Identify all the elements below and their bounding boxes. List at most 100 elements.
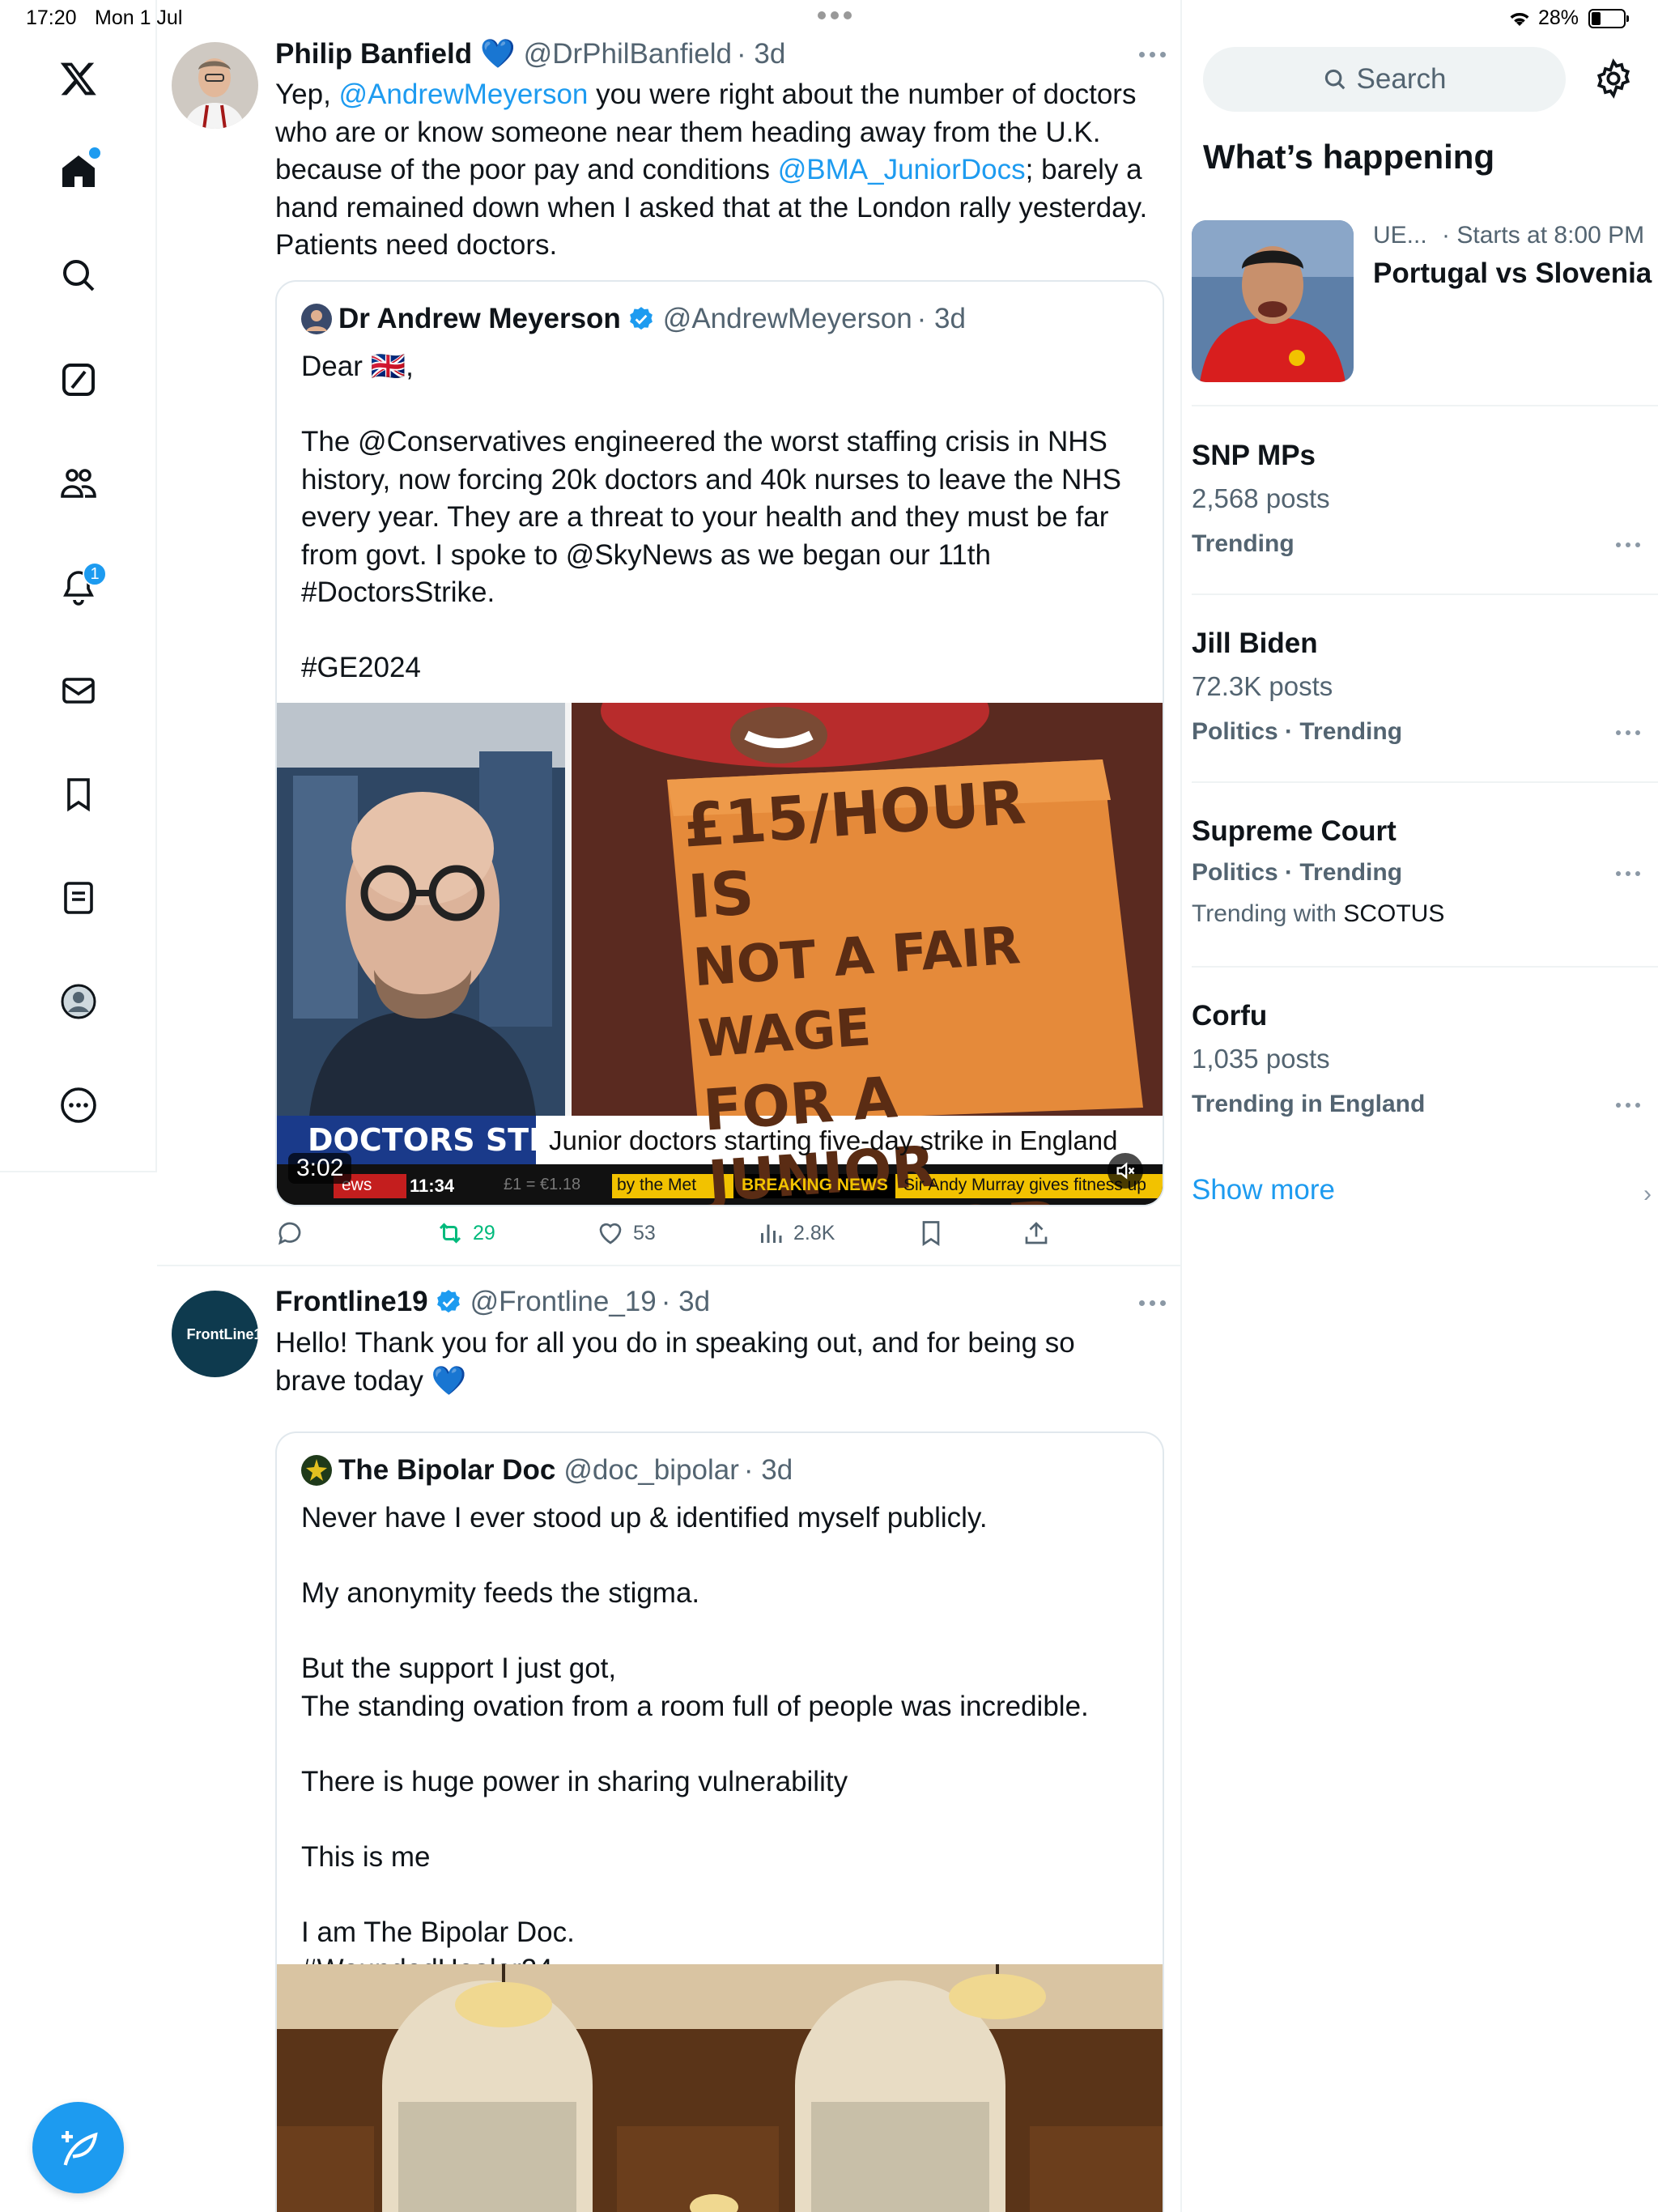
mute-button[interactable]: [1107, 1153, 1143, 1189]
like-button[interactable]: 53: [596, 1219, 656, 1248]
quote-header: Dr Andrew Meyerson @AndrewMeyerson · 3d: [301, 303, 966, 335]
speaker-muted-icon: [1116, 1162, 1135, 1180]
quote-time: · 3d: [916, 303, 966, 334]
trend-title[interactable]: Supreme Court: [1192, 815, 1397, 848]
trend-title[interactable]: Corfu: [1192, 1000, 1267, 1032]
tweet-more-button[interactable]: [1139, 52, 1166, 57]
trend-context: Politics · Trending: [1192, 859, 1403, 886]
trend-more-button[interactable]: [1616, 542, 1640, 547]
notification-count-badge: 1: [83, 562, 107, 586]
trend-context: Politics · Trending: [1192, 718, 1403, 745]
avatar[interactable]: [172, 42, 258, 129]
tweet-time[interactable]: · 3d: [661, 1286, 710, 1318]
video-ticker-breaking: BREAKING NEWS: [742, 1176, 888, 1194]
quoted-tweet[interactable]: Dr Andrew Meyerson @AndrewMeyerson · 3d …: [275, 280, 1164, 1206]
timeline-feed[interactable]: Philip Banfield 💙 @DrPhilBanfield · 3d Y…: [157, 0, 1182, 2212]
video-ticker-fx: £1 = €1.18: [504, 1176, 581, 1193]
compose-post-button[interactable]: [32, 2102, 124, 2193]
home-new-indicator: [89, 147, 100, 159]
divider: [1192, 405, 1658, 406]
gear-icon[interactable]: [1593, 58, 1634, 99]
heart-icon: [599, 1223, 622, 1244]
left-nav: 1: [0, 0, 157, 1172]
quoted-tweet[interactable]: The Bipolar Doc @doc_bipolar · 3d Never …: [275, 1431, 1164, 2212]
trend-more-button[interactable]: [1616, 730, 1640, 735]
divider: [1192, 781, 1658, 783]
notifications-icon[interactable]: 1: [47, 555, 110, 619]
reply-icon: [278, 1222, 301, 1245]
tweet-time[interactable]: · 3d: [737, 38, 785, 70]
trend-with: Trending with SCOTUS: [1192, 900, 1444, 928]
video-strap-text: Junior doctors starting five-day strike …: [549, 1125, 1118, 1155]
views-count: 2.8K: [793, 1221, 835, 1244]
trend-more-button[interactable]: [1616, 871, 1640, 876]
quote-text: Never have I ever stood up & identified …: [301, 1502, 1089, 1985]
bookmark-icon: [922, 1221, 940, 1247]
communities-icon[interactable]: [47, 452, 110, 515]
video-ticker-time: 11:34: [410, 1176, 455, 1196]
left-nav-divider: [0, 1171, 157, 1172]
views-chart-icon: [761, 1224, 782, 1243]
quote-author-name: The Bipolar Doc: [338, 1454, 556, 1486]
quote-author-handle: @doc_bipolar: [563, 1454, 739, 1486]
repost-count: 29: [473, 1221, 495, 1244]
tweet[interactable]: FrontLine19 Frontline19 @Frontline_19 · …: [157, 1266, 1182, 2212]
divider: [1192, 966, 1658, 968]
search-icon[interactable]: [47, 244, 110, 307]
video-player[interactable]: £15/HOUR IS NOT A FAIR WAGE FOR A JUNIOR…: [277, 703, 1163, 1205]
quote-image[interactable]: [277, 1964, 1163, 2212]
bookmarks-icon[interactable]: [47, 763, 110, 826]
trend-posts: 1,035 posts: [1192, 1044, 1330, 1074]
event-category: UE... · Starts at 8:00 PM: [1373, 222, 1644, 249]
bookmark-button[interactable]: [916, 1219, 946, 1248]
placard-line: NOT A FAIR WAGE: [691, 916, 1022, 1070]
mention-link[interactable]: @AndrewMeyerson: [339, 79, 589, 110]
author-name[interactable]: Philip Banfield: [275, 38, 472, 70]
lists-icon[interactable]: [47, 866, 110, 929]
reply-button[interactable]: [275, 1219, 312, 1248]
trend-with-value[interactable]: SCOTUS: [1343, 900, 1444, 927]
event-title[interactable]: Portugal vs Slovenia: [1373, 257, 1652, 290]
grok-icon[interactable]: [47, 348, 110, 411]
quote-time: · 3d: [743, 1454, 793, 1486]
chevron-right-icon: ›: [1643, 1180, 1652, 1207]
repost-icon: [439, 1223, 461, 1244]
messages-icon[interactable]: [47, 659, 110, 722]
tweet-more-button[interactable]: [1139, 1300, 1166, 1306]
avatar[interactable]: FrontLine19: [172, 1291, 258, 1377]
quote-text: Dear 🇬🇧, The @Conservatives engineered t…: [301, 351, 1121, 683]
like-count: 53: [633, 1221, 656, 1244]
share-button[interactable]: [1022, 1219, 1051, 1248]
author-handle[interactable]: @DrPhilBanfield: [524, 38, 732, 70]
repost-button[interactable]: 29: [436, 1219, 495, 1248]
quote-author-handle: @AndrewMeyerson: [662, 303, 912, 334]
profile-icon[interactable]: [47, 970, 110, 1033]
quote-avatar: [301, 304, 332, 334]
trend-posts: 2,568 posts: [1192, 483, 1330, 513]
mention-link[interactable]: @BMA_JuniorDocs: [778, 154, 1026, 185]
share-icon: [1025, 1222, 1048, 1244]
show-more-link[interactable]: Show more: [1192, 1174, 1335, 1206]
tweet-header: Philip Banfield 💙 @DrPhilBanfield · 3d: [275, 37, 785, 70]
tweet-text: Hello! Thank you for all you do in speak…: [275, 1327, 1075, 1397]
divider: [1192, 593, 1658, 595]
author-emoji: 💙: [480, 38, 516, 70]
trend-title[interactable]: SNP MPs: [1192, 440, 1316, 472]
more-icon[interactable]: [47, 1074, 110, 1137]
avatar-text: FrontLine19: [186, 1325, 259, 1342]
compose-feather-icon: [61, 2130, 98, 2166]
search-input[interactable]: Search: [1203, 47, 1566, 112]
author-handle[interactable]: @Frontline_19: [470, 1286, 657, 1318]
home-icon[interactable]: [47, 139, 110, 202]
tweet[interactable]: Philip Banfield 💙 @DrPhilBanfield · 3d Y…: [157, 0, 1182, 1263]
views-button[interactable]: 2.8K: [756, 1219, 835, 1248]
author-name[interactable]: Frontline19: [275, 1286, 428, 1318]
video-duration: 3:02: [288, 1153, 352, 1184]
search-icon: [1324, 69, 1345, 90]
trend-with-prefix: Trending with: [1192, 900, 1344, 927]
event-image[interactable]: [1192, 220, 1354, 382]
trend-more-button[interactable]: [1616, 1103, 1640, 1108]
verified-badge-icon: [629, 307, 653, 330]
trend-title[interactable]: Jill Biden: [1192, 627, 1318, 660]
x-logo-icon[interactable]: [47, 47, 110, 110]
